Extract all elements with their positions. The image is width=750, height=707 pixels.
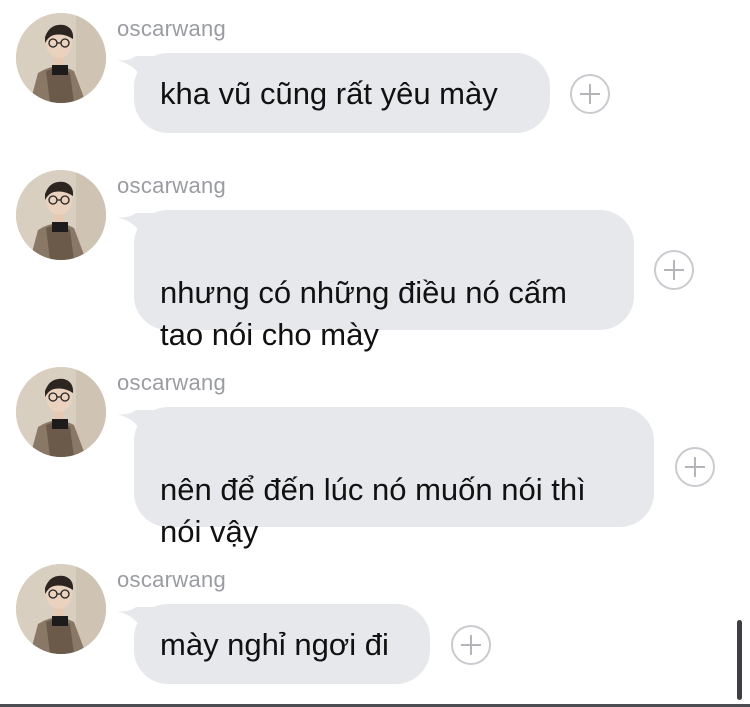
sender-name: oscarwang	[117, 16, 227, 41]
sender-name: oscarwang	[117, 370, 227, 395]
message-text: kha vũ cũng rất yêu mày	[160, 76, 498, 111]
scrollbar[interactable]	[737, 620, 742, 700]
avatar-photo	[16, 367, 106, 457]
message-text: mày nghỉ ngơi đi	[160, 627, 389, 662]
avatar[interactable]	[16, 170, 106, 260]
avatar-photo	[16, 564, 106, 654]
avatar-photo	[16, 13, 106, 103]
plus-circle-icon[interactable]	[451, 625, 491, 665]
sender-name: oscarwang	[117, 567, 227, 592]
message-text: nên để đến lúc nó muốn nói thì nói vậy	[160, 472, 586, 549]
avatar[interactable]	[16, 367, 106, 457]
message-bubble[interactable]: nên để đến lúc nó muốn nói thì nói vậy	[134, 407, 654, 549]
plus-circle-icon[interactable]	[570, 74, 610, 114]
plus-circle-icon[interactable]	[675, 447, 715, 487]
message-bubble[interactable]: kha vũ cũng rất yêu mày	[134, 53, 550, 133]
avatar-photo	[16, 170, 106, 260]
avatar[interactable]	[16, 13, 106, 103]
plus-circle-icon[interactable]	[654, 250, 694, 290]
message-bubble[interactable]: nhưng có những điều nó cấm tao nói cho m…	[134, 210, 634, 352]
sender-name: oscarwang	[117, 173, 227, 198]
avatar[interactable]	[16, 564, 106, 654]
message-text: nhưng có những điều nó cấm tao nói cho m…	[160, 275, 567, 352]
message-bubble[interactable]: mày nghỉ ngơi đi	[134, 604, 430, 684]
